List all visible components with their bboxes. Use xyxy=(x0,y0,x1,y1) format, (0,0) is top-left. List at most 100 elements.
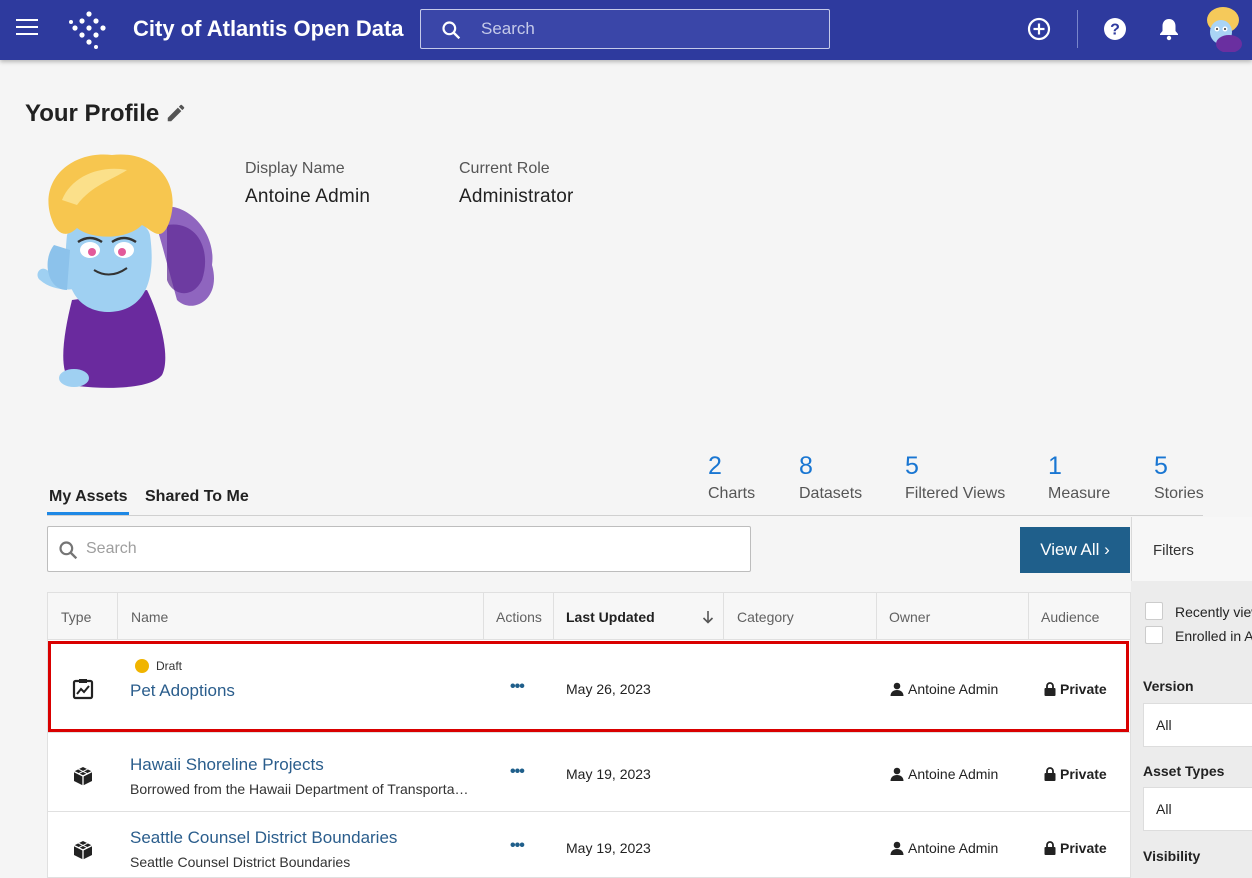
filters-title: Filters xyxy=(1153,542,1194,559)
column-name[interactable]: Name xyxy=(118,593,484,640)
tabs-divider xyxy=(47,515,1203,516)
stat-filtered-views[interactable]: 5 Filtered Views xyxy=(905,452,1005,503)
help-icon[interactable]: ? xyxy=(1102,16,1128,42)
column-last-updated[interactable]: Last Updated xyxy=(554,593,724,640)
asset-name-link[interactable]: Seattle Counsel District Boundaries xyxy=(130,828,397,848)
assets-table: Type Name Actions Last Updated Category … xyxy=(47,592,1131,878)
asset-types-select[interactable]: All xyxy=(1143,787,1252,831)
tab-my-assets[interactable]: My Assets xyxy=(49,488,128,506)
search-icon xyxy=(442,21,461,40)
stat-measure[interactable]: 1 Measure xyxy=(1048,452,1110,503)
edit-pencil-icon[interactable] xyxy=(165,102,187,124)
more-actions-icon[interactable]: ••• xyxy=(510,837,525,855)
global-search-input[interactable] xyxy=(481,18,811,40)
view-all-label: View All xyxy=(1040,540,1100,559)
stat-charts[interactable]: 2 Charts xyxy=(708,452,755,503)
stat-count: 2 xyxy=(708,452,722,480)
audience-value: Private xyxy=(1060,766,1107,782)
enrolled-approvals-checkbox[interactable] xyxy=(1145,626,1163,644)
chevron-right-icon: › xyxy=(1104,540,1110,559)
display-name-value: Antoine Admin xyxy=(245,186,371,207)
table-row[interactable]: Hawaii Shoreline Projects Borrowed from … xyxy=(48,738,1130,812)
user-icon xyxy=(890,682,904,696)
logo-icon[interactable] xyxy=(68,9,110,51)
recently-viewed-checkbox[interactable] xyxy=(1145,602,1163,620)
asset-search[interactable] xyxy=(47,526,751,572)
owner-name: Antoine Admin xyxy=(908,681,999,697)
chart-icon xyxy=(72,679,94,700)
last-updated-cell: May 19, 2023 xyxy=(566,766,651,782)
audience-cell: Private xyxy=(1044,766,1107,782)
profile-avatar xyxy=(37,154,214,388)
app-title[interactable]: City of Atlantis Open Data xyxy=(133,16,404,42)
global-search[interactable] xyxy=(420,9,830,49)
dataset-cube-icon xyxy=(73,841,93,860)
stat-datasets[interactable]: 8 Datasets xyxy=(799,452,862,503)
header-divider xyxy=(1077,10,1078,48)
table-row[interactable]: Seattle Counsel District Boundaries Seat… xyxy=(48,812,1130,877)
recently-viewed-label: Recently viewed xyxy=(1175,604,1252,620)
audience-cell: Private xyxy=(1044,840,1107,856)
audience-value: Private xyxy=(1060,840,1107,856)
dataset-cube-icon xyxy=(73,767,93,786)
owner-cell: Antoine Admin xyxy=(890,840,998,856)
more-actions-icon[interactable]: ••• xyxy=(510,763,525,781)
draft-status: Draft xyxy=(156,659,183,673)
sort-down-arrow-icon xyxy=(702,611,714,624)
column-owner[interactable]: Owner xyxy=(877,593,1029,640)
stat-label: Filtered Views xyxy=(905,485,1006,502)
user-icon xyxy=(890,841,904,855)
draft-badge-icon xyxy=(135,659,149,673)
stat-label: Stories xyxy=(1154,485,1204,502)
owner-cell: Antoine Admin xyxy=(890,681,998,697)
stat-label: Measure xyxy=(1048,485,1111,502)
asset-types-label: Asset Types xyxy=(1143,763,1225,779)
stat-count: 5 xyxy=(905,452,919,480)
current-role-label: Current Role xyxy=(459,160,550,177)
last-updated-label: Last Updated xyxy=(566,609,655,625)
column-actions: Actions xyxy=(484,593,554,640)
lock-icon xyxy=(1044,767,1056,781)
owner-name: Antoine Admin xyxy=(908,766,999,782)
table-row[interactable]: Draft Pet Adoptions ••• May 26, 2023 Ant… xyxy=(48,641,1130,733)
enrolled-approvals-label: Enrolled in Approvals xyxy=(1175,628,1252,644)
lock-icon xyxy=(1044,841,1056,855)
asset-search-input[interactable] xyxy=(86,538,726,560)
asset-name-link[interactable]: Hawaii Shoreline Projects xyxy=(130,755,324,775)
search-icon xyxy=(59,541,78,560)
audience-cell: Private xyxy=(1044,681,1107,697)
stat-stories[interactable]: 5 Stories xyxy=(1154,452,1204,503)
filters-header[interactable]: Filters xyxy=(1131,517,1252,581)
table-header: Type Name Actions Last Updated Category … xyxy=(48,593,1130,640)
stat-count: 5 xyxy=(1154,452,1168,480)
bell-icon[interactable] xyxy=(1156,16,1182,42)
owner-cell: Antoine Admin xyxy=(890,766,998,782)
page-title: Your Profile xyxy=(25,100,160,127)
filters-panel: Filters Recently viewed Enrolled in Appr… xyxy=(1131,517,1252,878)
owner-name: Antoine Admin xyxy=(908,840,999,856)
asset-description: Seattle Counsel District Boundaries xyxy=(130,854,351,870)
tab-shared-to-me[interactable]: Shared To Me xyxy=(145,488,249,506)
column-type[interactable]: Type xyxy=(48,593,118,640)
audience-value: Private xyxy=(1060,681,1107,697)
version-select[interactable]: All xyxy=(1143,703,1252,747)
current-role-value: Administrator xyxy=(459,186,574,207)
column-audience[interactable]: Audience xyxy=(1029,593,1130,640)
visibility-label: Visibility xyxy=(1143,848,1201,864)
asset-name-link[interactable]: Pet Adoptions xyxy=(130,681,235,701)
last-updated-cell: May 26, 2023 xyxy=(566,681,651,697)
column-category[interactable]: Category xyxy=(724,593,877,640)
stat-label: Datasets xyxy=(799,485,863,502)
user-avatar-icon[interactable] xyxy=(1199,4,1245,52)
add-icon[interactable] xyxy=(1026,16,1052,42)
stat-label: Charts xyxy=(708,485,756,502)
stat-count: 1 xyxy=(1048,452,1062,480)
lock-icon xyxy=(1044,682,1056,696)
more-actions-icon[interactable]: ••• xyxy=(510,678,525,696)
view-all-button[interactable]: View All › xyxy=(1020,527,1130,573)
top-navigation-bar: City of Atlantis Open Data ? xyxy=(0,0,1252,60)
display-name-label: Display Name xyxy=(245,160,345,177)
menu-icon[interactable] xyxy=(16,19,38,37)
last-updated-cell: May 19, 2023 xyxy=(566,840,651,856)
stat-count: 8 xyxy=(799,452,813,480)
